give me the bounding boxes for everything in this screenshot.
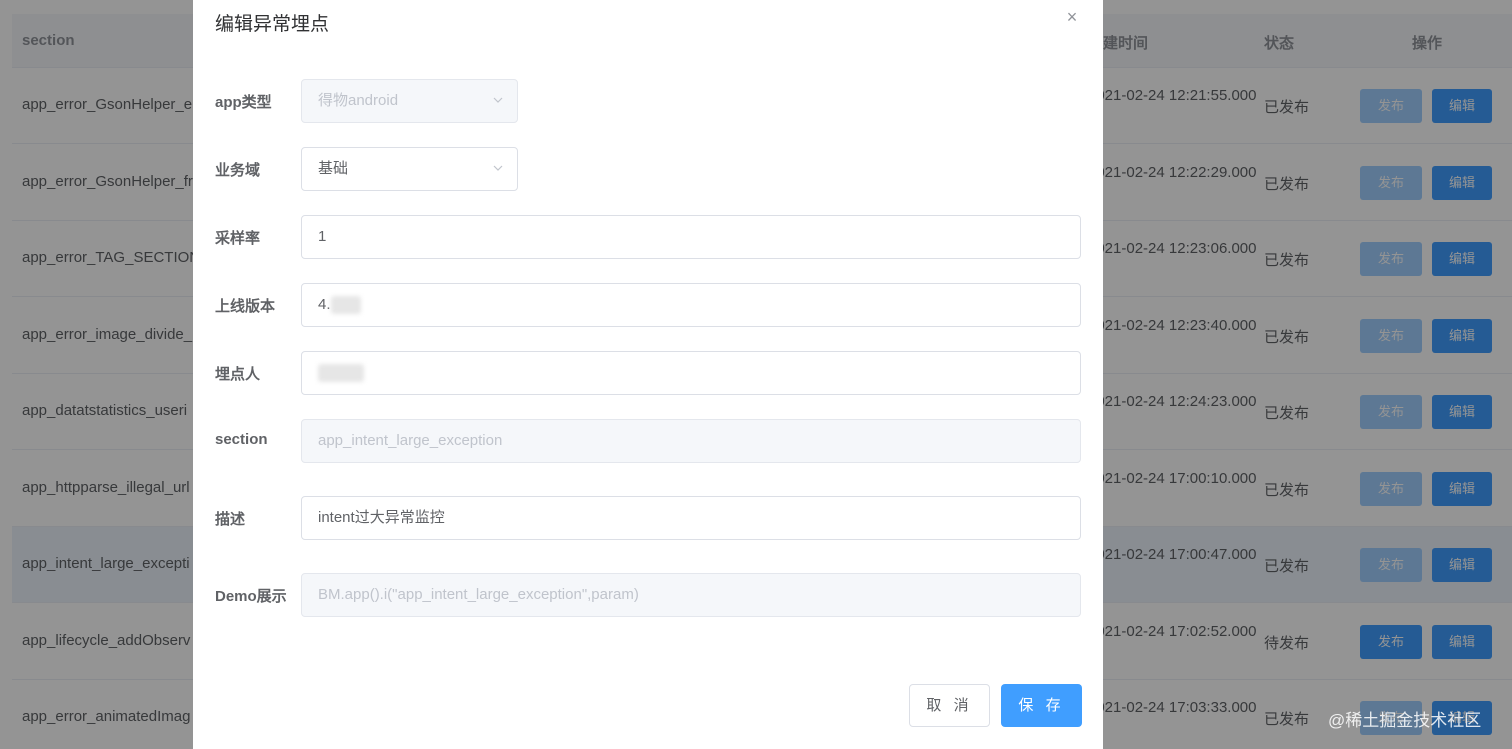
app-type-value: 得物android xyxy=(318,92,399,109)
description-label: 描述 xyxy=(215,511,246,528)
save-button[interactable]: 保 存 xyxy=(1001,684,1082,727)
demo-label: Demo展示 xyxy=(215,588,287,605)
demo-value: BM.app().i("app_intent_large_exception",… xyxy=(318,586,639,603)
app-type-select[interactable]: 得物android xyxy=(301,79,518,123)
sample-rate-value: 1 xyxy=(318,228,327,245)
domain-value: 基础 xyxy=(318,160,349,177)
description-input[interactable]: intent过大异常监控 xyxy=(301,496,1081,540)
domain-label: 业务域 xyxy=(215,162,261,179)
watermark: @稀土掘金技术社区 xyxy=(1328,711,1482,730)
section-value: app_intent_large_exception xyxy=(318,432,503,449)
domain-select[interactable]: 基础 xyxy=(301,147,518,191)
app-type-label: app类型 xyxy=(215,94,272,111)
owner-input[interactable] xyxy=(301,351,1081,395)
section-input[interactable]: app_intent_large_exception xyxy=(301,419,1081,463)
chevron-down-icon xyxy=(493,165,503,171)
sample-rate-label: 采样率 xyxy=(215,230,261,247)
close-icon[interactable]: × xyxy=(1061,6,1083,28)
version-value: 4. xyxy=(318,296,331,313)
owner-label: 埋点人 xyxy=(215,366,261,383)
version-input[interactable]: 4. xyxy=(301,283,1081,327)
edit-dialog: 编辑异常埋点 × app类型 得物android 业务域 基础 采样率 1 上线… xyxy=(193,0,1103,749)
cancel-button[interactable]: 取 消 xyxy=(909,684,990,727)
chevron-down-icon xyxy=(493,97,503,103)
demo-input[interactable]: BM.app().i("app_intent_large_exception",… xyxy=(301,573,1081,617)
redacted-blur xyxy=(330,296,361,315)
version-label: 上线版本 xyxy=(215,298,276,315)
description-value: intent过大异常监控 xyxy=(318,509,445,526)
redacted-blur xyxy=(318,364,364,383)
section-label: section xyxy=(215,431,268,448)
dialog-title: 编辑异常埋点 xyxy=(215,14,330,35)
sample-rate-input[interactable]: 1 xyxy=(301,215,1081,259)
